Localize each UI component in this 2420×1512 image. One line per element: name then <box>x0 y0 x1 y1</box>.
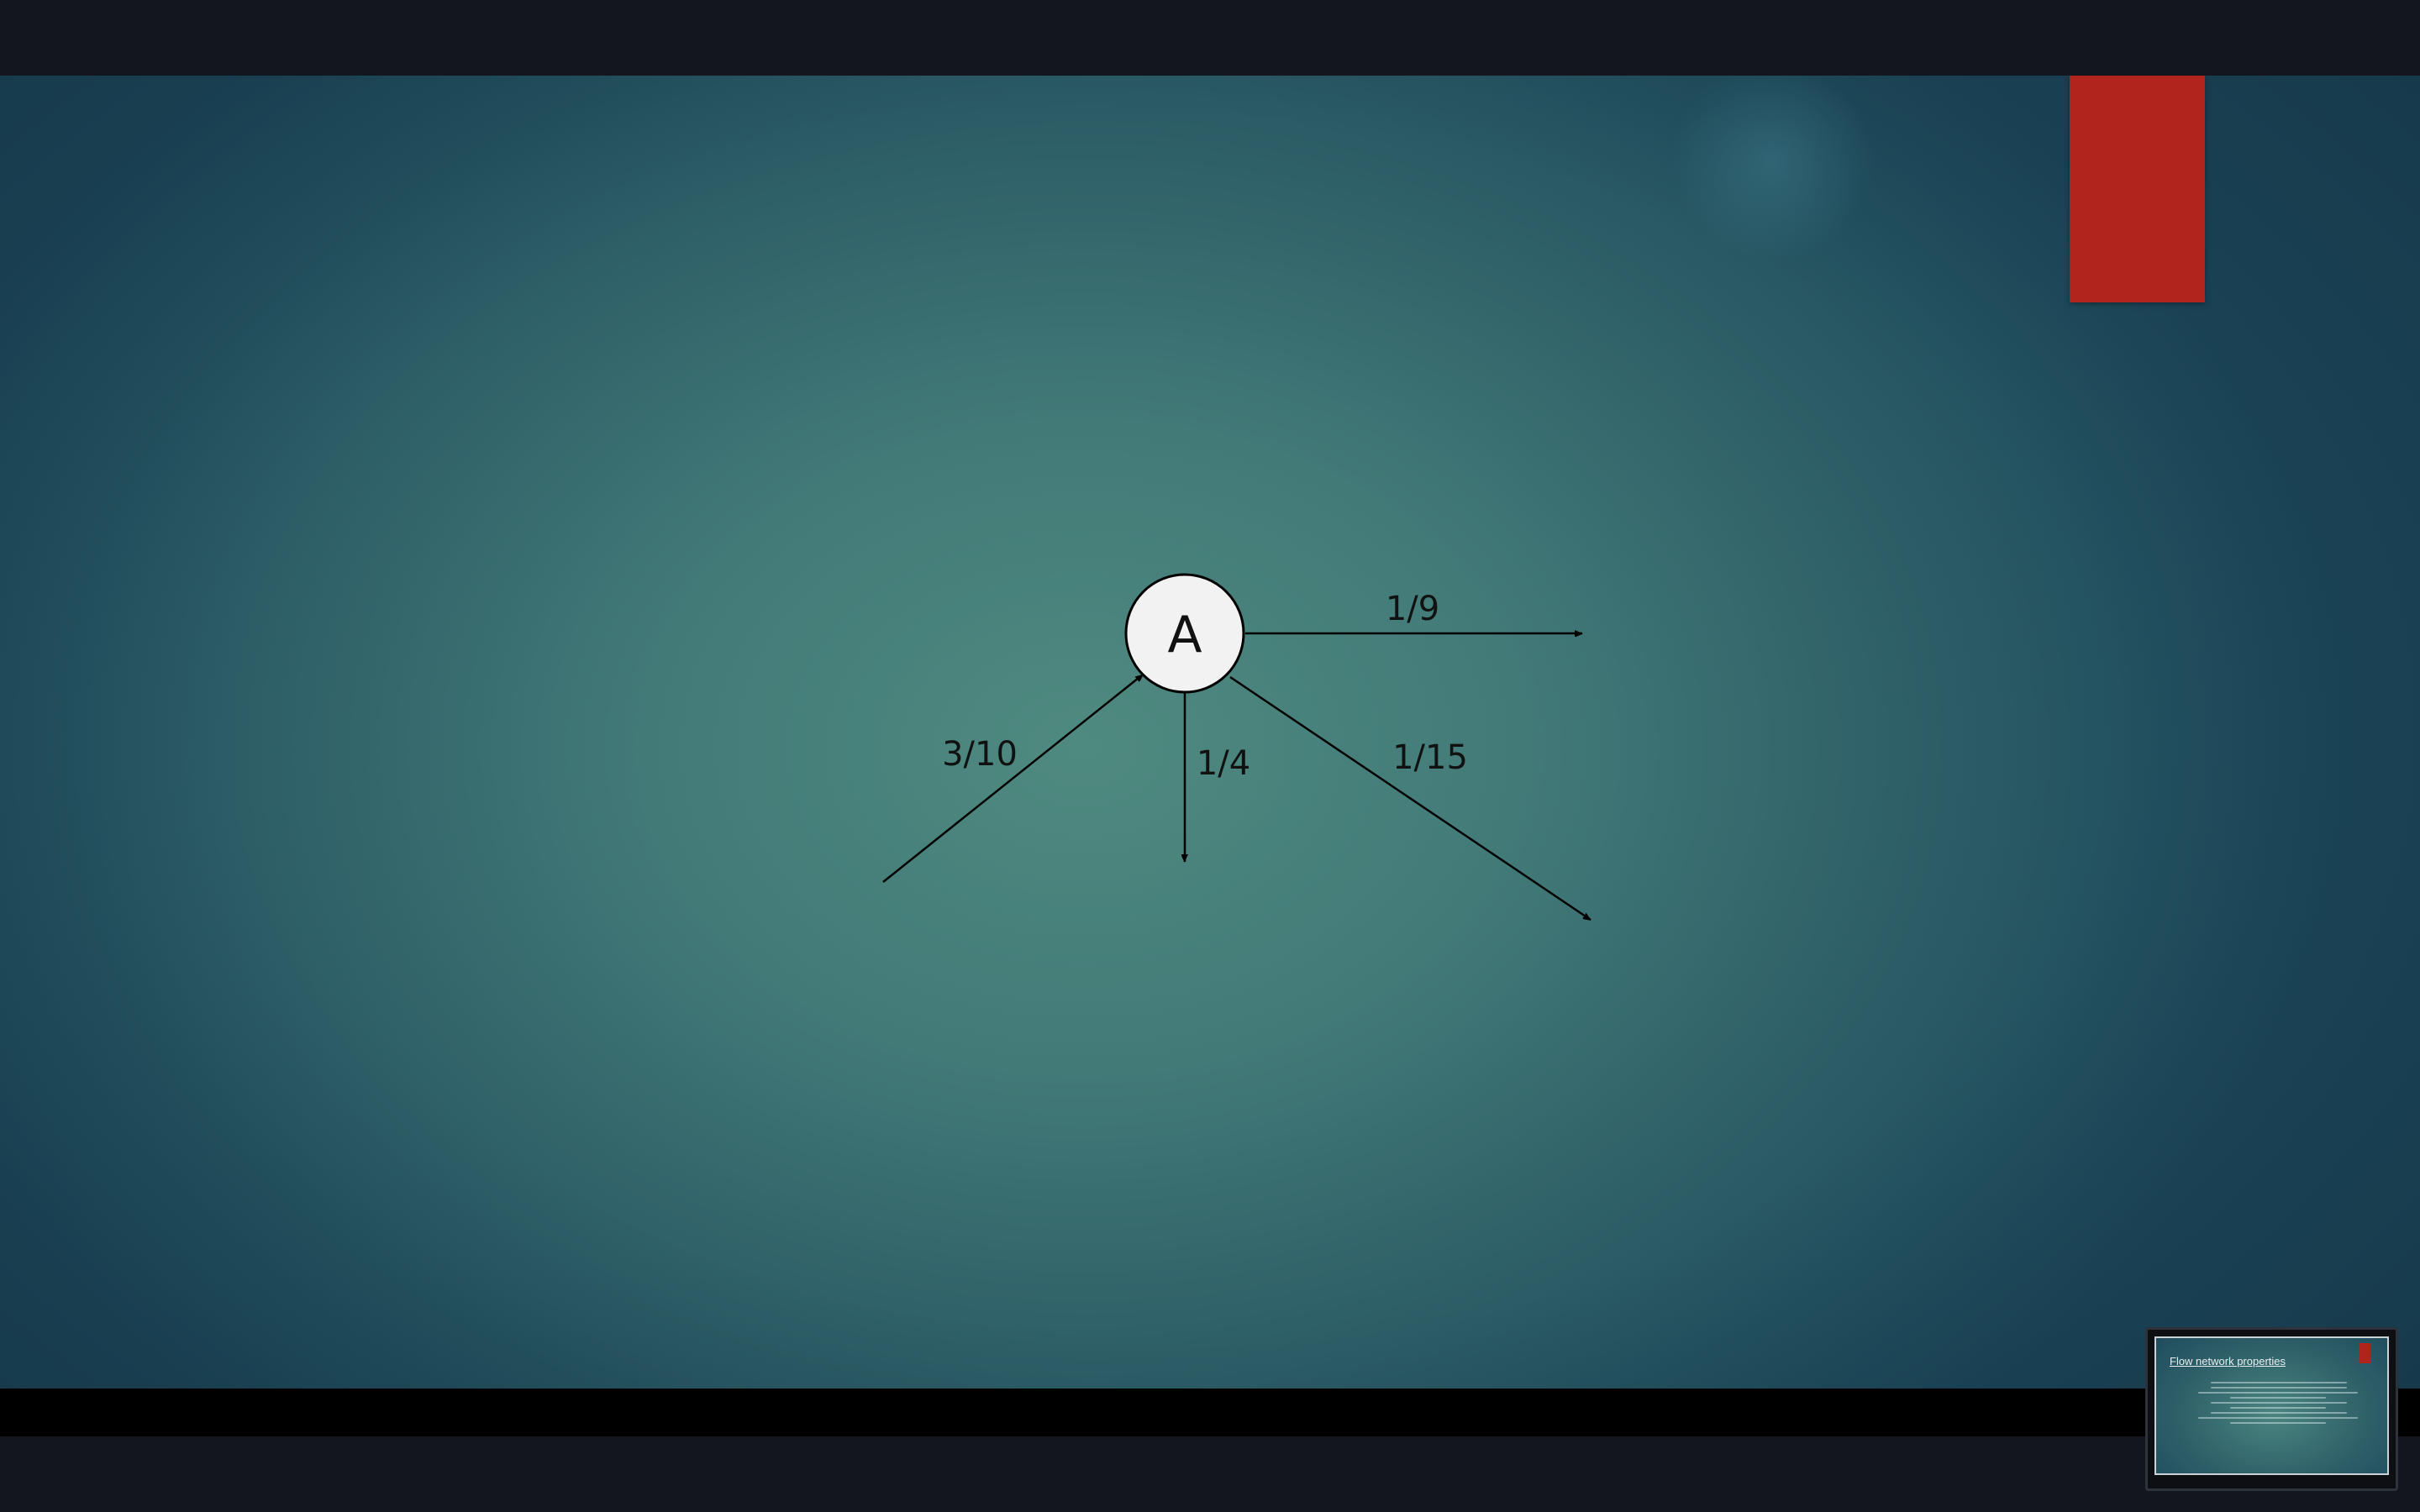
edge-label-1-9: 1/9 <box>1386 590 1439 628</box>
flow-diagram: A 3/10 1/9 1/4 1/15 <box>882 573 1591 921</box>
top-bar <box>0 0 2420 76</box>
edge-out-1-15 <box>1229 675 1591 921</box>
thumbnail-body-text <box>2198 1378 2358 1427</box>
edge-label-1-4: 1/4 <box>1197 744 1250 783</box>
edge-label-3-10: 3/10 <box>942 735 1018 774</box>
thumbnail-title: Flow network properties <box>2170 1355 2286 1368</box>
thumbnail-red-tab <box>2359 1343 2370 1363</box>
edge-label-1-15: 1/15 <box>1392 738 1468 777</box>
presenter-strip <box>0 1389 2420 1436</box>
next-slide-thumbnail[interactable]: Flow network properties <box>2145 1327 2398 1491</box>
current-slide[interactable]: A 3/10 1/9 1/4 1/15 <box>0 76 2420 1389</box>
thumbnail-slide-preview: Flow network properties <box>2154 1336 2389 1475</box>
node-a-label: A <box>1167 606 1202 664</box>
edge-in-3-10 <box>882 674 1143 883</box>
bottom-bar <box>0 1436 2420 1512</box>
presentation-window: A 3/10 1/9 1/4 1/15 Flow network propert… <box>0 0 2420 1512</box>
